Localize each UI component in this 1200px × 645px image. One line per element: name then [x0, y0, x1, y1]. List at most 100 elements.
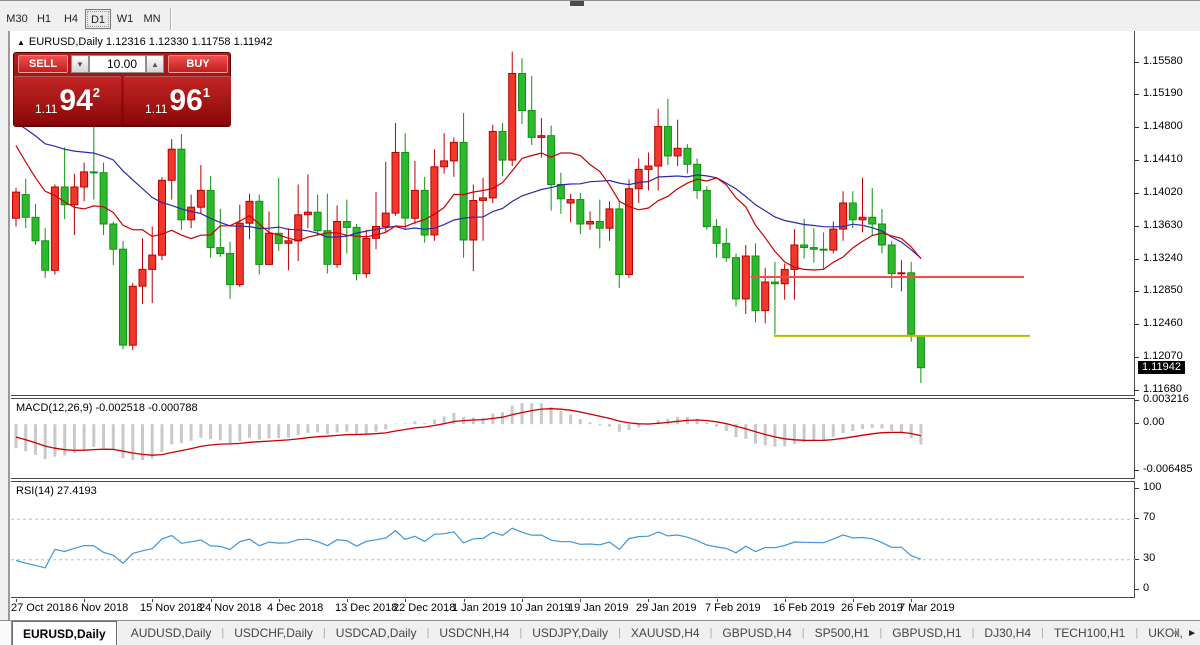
date-tick-label: 7 Feb 2019	[705, 602, 761, 614]
rsi-chart[interactable]	[11, 482, 1135, 599]
price-axis[interactable]: 1.155801.151901.148001.144101.140201.136…	[1135, 31, 1200, 598]
rsi-tick-dash	[1135, 518, 1139, 519]
date-tick-label: 4 Dec 2018	[267, 602, 323, 614]
rsi-tick: 0	[1143, 582, 1149, 594]
rsi-tick: 100	[1143, 481, 1161, 493]
date-tick-label: 24 Nov 2018	[199, 602, 261, 614]
buy-price-display[interactable]: 1.11 96 1	[124, 76, 231, 125]
buy-price-prefix: 1.11	[145, 102, 167, 116]
collapse-triangle-icon[interactable]: ▲	[17, 38, 25, 47]
chart-tab-tech100-h1[interactable]: TECH100,H1	[1044, 621, 1135, 645]
timeframe-button-d1[interactable]: D1	[85, 9, 111, 29]
date-tick-label: 6 Nov 2018	[72, 602, 128, 614]
sell-price-display[interactable]: 1.11 94 2	[14, 76, 121, 125]
price-tick-dash	[1135, 390, 1139, 391]
macd-label: MACD(12,26,9) -0.002518 -0.000788	[16, 402, 198, 414]
macd-tick-dash	[1135, 423, 1139, 424]
chart-tab-xauusd-h4[interactable]: XAUUSD,H4	[621, 621, 710, 645]
date-tick-label: 13 Dec 2018	[335, 602, 397, 614]
price-tick: 1.14020	[1143, 186, 1183, 198]
buy-button[interactable]: BUY	[168, 55, 228, 73]
date-tick-label: 19 Jan 2019	[568, 602, 629, 614]
sell-price-prefix: 1.11	[35, 102, 57, 116]
toolbar-separator	[170, 8, 172, 30]
price-tick: 1.15190	[1143, 87, 1183, 99]
sell-price-sup: 2	[93, 85, 100, 100]
chart-tab-usdcad-daily[interactable]: USDCAD,Daily	[326, 621, 427, 645]
macd-tick: -0.006485	[1143, 463, 1193, 475]
sell-button[interactable]: SELL	[18, 55, 68, 73]
cropped-parent-window-edge	[0, 0, 1200, 7]
tab-scroll-arrows: ◄ ►	[1171, 621, 1197, 645]
price-tick: 1.14410	[1143, 153, 1183, 165]
timeframe-toolbar: M30H1H4D1W1MN	[0, 7, 1200, 31]
mt4-window: M30H1H4D1W1MN ▲ EURUSD,Daily 1.12316 1.12…	[0, 0, 1200, 645]
chart-tab-dj30-h4[interactable]: DJ30,H4	[974, 621, 1041, 645]
price-tick-dash	[1135, 291, 1139, 292]
chart-tab-audusd-daily[interactable]: AUDUSD,Daily	[121, 621, 222, 645]
price-tick-dash	[1135, 226, 1139, 227]
rsi-tick-dash	[1135, 488, 1139, 489]
rsi-tick: 30	[1143, 552, 1155, 564]
chart-window: ▲ EURUSD,Daily 1.12316 1.12330 1.11758 1.…	[8, 31, 1200, 620]
buy-price-sup: 1	[203, 85, 210, 100]
buy-price-big: 96	[169, 86, 202, 116]
current-price-tag: 1.11942	[1138, 361, 1185, 374]
sell-price-big: 94	[59, 86, 92, 116]
price-tick-dash	[1135, 357, 1139, 358]
date-tick-label: 22 Dec 2018	[393, 602, 455, 614]
macd-tick: 0.00	[1143, 416, 1164, 428]
price-tick-dash	[1135, 160, 1139, 161]
timeframe-button-mn[interactable]: MN	[139, 9, 165, 29]
chart-tab-gbpusd-h4[interactable]: GBPUSD,H4	[712, 621, 801, 645]
volume-decrease-icon[interactable]: ▼	[71, 55, 89, 73]
date-tick-label: 7 Mar 2019	[899, 602, 955, 614]
rsi-tick-dash	[1135, 559, 1139, 560]
timeframe-button-h4[interactable]: H4	[58, 9, 84, 29]
scroll-tabs-left-icon[interactable]: ◄	[1171, 628, 1181, 639]
price-tick-dash	[1135, 62, 1139, 63]
rsi-panel[interactable]: RSI(14) 27.4193	[11, 481, 1135, 598]
price-tick: 1.15580	[1143, 55, 1183, 67]
window-fragment	[570, 1, 584, 6]
tabs: EURUSD,DailyAUDUSD,Daily|USDCHF,Daily|US…	[12, 621, 1193, 645]
volume-input[interactable]	[89, 55, 146, 73]
macd-tick: 0.003216	[1143, 393, 1189, 405]
macd-panel[interactable]: MACD(12,26,9) -0.002518 -0.000788	[11, 398, 1135, 479]
rsi-tick: 70	[1143, 511, 1155, 523]
price-tick-dash	[1135, 324, 1139, 325]
chart-tab-usdjpy-daily[interactable]: USDJPY,Daily	[522, 621, 618, 645]
scroll-tabs-right-icon[interactable]: ►	[1187, 628, 1197, 639]
price-tick-dash	[1135, 193, 1139, 194]
rsi-tick-dash	[1135, 589, 1139, 590]
chart-tab-gbpusd-h1[interactable]: GBPUSD,H1	[882, 621, 971, 645]
timeframe-button-w1[interactable]: W1	[112, 9, 138, 29]
chart-tab-bar: EURUSD,DailyAUDUSD,Daily|USDCHF,Daily|US…	[0, 620, 1200, 645]
chart-tab-eurusd-daily[interactable]: EURUSD,Daily	[12, 621, 117, 645]
rsi-label: RSI(14) 27.4193	[16, 485, 97, 497]
price-tick-dash	[1135, 127, 1139, 128]
main-chart-panel[interactable]: ▲ EURUSD,Daily 1.12316 1.12330 1.11758 1.…	[11, 31, 1135, 396]
date-tick-label: 10 Jan 2019	[510, 602, 571, 614]
price-tick: 1.14800	[1143, 120, 1183, 132]
chart-tab-usdchf-daily[interactable]: USDCHF,Daily	[224, 621, 323, 645]
tab-bar-stub[interactable]	[0, 621, 12, 645]
one-click-trade-panel: SELL ▼ ▲ BUY 1.11 94 2 1.11 96 1	[13, 52, 231, 127]
price-tick: 1.13240	[1143, 252, 1183, 264]
date-tick-label: 15 Nov 2018	[140, 602, 202, 614]
date-tick-label: 1 Jan 2019	[452, 602, 506, 614]
date-tick-label: 16 Feb 2019	[773, 602, 835, 614]
date-tick-label: 29 Jan 2019	[636, 602, 697, 614]
volume-increase-icon[interactable]: ▲	[146, 55, 164, 73]
timeframe-button-h1[interactable]: H1	[31, 9, 57, 29]
date-axis[interactable]: 27 Oct 20186 Nov 2018 15 Nov 201824 Nov 2…	[11, 599, 1135, 620]
chart-tab-usdcnh-h4[interactable]: USDCNH,H4	[429, 621, 519, 645]
price-tick: 1.12460	[1143, 317, 1183, 329]
quote-text: EURUSD,Daily 1.12316 1.12330 1.11758 1.1…	[29, 36, 273, 48]
price-tick: 1.12850	[1143, 284, 1183, 296]
chart-tab-sp500-h1[interactable]: SP500,H1	[805, 621, 880, 645]
timeframe-button-m30[interactable]: M30	[4, 9, 30, 29]
date-tick-label: 27 Oct 2018	[11, 602, 71, 614]
macd-tick-dash	[1135, 400, 1139, 401]
price-tick-dash	[1135, 94, 1139, 95]
